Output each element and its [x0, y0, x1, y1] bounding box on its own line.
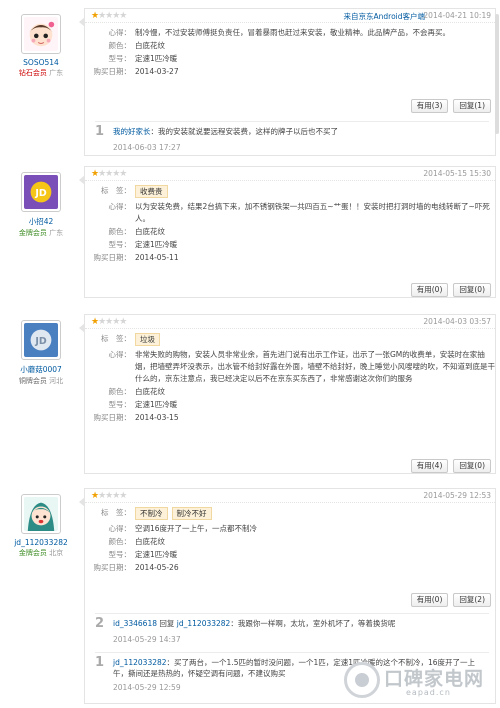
tag[interactable]: 垃圾 — [135, 333, 160, 346]
reply-button[interactable]: 回复(0) — [453, 283, 491, 297]
review-date: 2014-05-29 12:53 — [423, 491, 491, 500]
star-rating: ★★★★★ — [91, 491, 127, 501]
review-content: ★★★★★ 2014-05-15 15:30 标 签： 收费贵 心得： 以为安装免费… — [79, 166, 496, 298]
review-actions: 有用(0) 回复(0) — [406, 283, 491, 297]
comment-row: 心得： 制冷慢，不过安装师傅挺负责任，冒着暴雨也赶过来安装，敬业精神。此品牌产品，… — [108, 28, 451, 37]
tags-row: 标 签： 不制冷 制冷不好 — [85, 507, 495, 520]
reply-target[interactable]: jd_112033282 — [177, 619, 231, 628]
username[interactable]: 小蘑菇0007 — [6, 364, 76, 375]
review-header: ★★★★★ 2014-05-15 15:30 — [85, 167, 495, 181]
reply-date: 2014-06-03 17:27 — [113, 143, 181, 152]
color-row: 颜色： 白底花纹 — [108, 387, 166, 396]
star-rating: ★★★★★ — [91, 317, 127, 327]
useful-button[interactable]: 有用(4) — [410, 459, 449, 473]
purchase-date-row: 购买日期： 2014-05-11 — [93, 253, 179, 262]
purchase-date-row: 购买日期： 2014-05-26 — [93, 563, 179, 572]
watermark-url: eapad.cn — [406, 688, 451, 697]
reply-item: 2 id_3346618 回复 jd_112033282：我跟你一样啊，太坑，室… — [95, 614, 489, 652]
site-watermark: 口碑家电网 eapad.cn — [344, 660, 494, 704]
review-header: ★★★★★ 来自京东Android客户端 2014-04-21 10:19 — [85, 9, 495, 23]
star-empty-icon: ★★★★ — [98, 491, 127, 501]
review-content: ★★★★★ 来自京东Android客户端 2014-04-21 10:19 心得… — [79, 8, 496, 156]
model-row: 型号： 定速1匹冷暖 — [108, 550, 178, 559]
reviewer-info: JD 小招42 金牌会员 广东 — [6, 172, 76, 238]
member-level: 金牌会员 广东 — [18, 229, 64, 237]
review-date: 2014-04-03 03:57 — [423, 317, 491, 326]
reply-text: ：我的安装就说要远程安装费，这样的牌子以后也不买了 — [150, 127, 339, 136]
svg-text:JD: JD — [34, 336, 47, 347]
tags-row: 标 签： 收费贵 — [85, 185, 495, 198]
jd-purple-avatar-icon: JD — [24, 175, 58, 209]
comment-row: 心得： 非常失败的购物，安装人员非常业余，首先进门说有出示工作证，出示了一张GM的… — [108, 350, 496, 383]
site-logo-icon — [344, 662, 380, 698]
useful-button[interactable]: 有用(3) — [410, 99, 449, 113]
member-level: 铜牌会员 河北 — [18, 377, 64, 385]
username[interactable]: jd_112033282 — [6, 538, 76, 547]
tag[interactable]: 制冷不好 — [171, 507, 212, 520]
review-item: SOSO514 钻石会员 广东 ★★★★★ 来自京东Android客户端 201… — [0, 0, 500, 160]
star-empty-icon: ★★★★ — [98, 317, 127, 327]
purchase-date-row: 购买日期： 2014-03-27 — [93, 67, 179, 76]
color-row: 颜色： 白底花纹 — [108, 41, 166, 50]
tag[interactable]: 收费贵 — [135, 185, 168, 198]
review-actions: 有用(0) 回复(2) — [406, 593, 491, 607]
useful-button[interactable]: 有用(0) — [410, 283, 449, 297]
review-header: ★★★★★ 2014-05-29 12:53 — [85, 489, 495, 503]
reply-author[interactable]: jd_112033282 — [113, 658, 167, 667]
model-row: 型号： 定速1匹冷暖 — [108, 240, 178, 249]
reply-list: 1 我的好家长：我的安装就说要远程安装费，这样的牌子以后也不买了 2014-06… — [95, 121, 489, 155]
username[interactable]: 小招42 — [6, 216, 76, 227]
reply-number: 1 — [95, 124, 105, 139]
reply-text: ：我跟你一样啊，太坑，室外机坏了，等着换货呢 — [230, 619, 396, 628]
reply-button[interactable]: 回复(2) — [453, 593, 491, 607]
reviewer-info: SOSO514 钻石会员 广东 — [6, 14, 76, 78]
tag[interactable]: 不制冷 — [135, 507, 168, 520]
review-actions: 有用(4) 回复(0) — [406, 459, 491, 473]
reviewer-info: JD 小蘑菇0007 铜牌会员 河北 — [6, 320, 76, 386]
username[interactable]: SOSO514 — [6, 58, 76, 67]
reply-number: 2 — [95, 616, 105, 631]
reply-author[interactable]: 我的好家长 — [113, 127, 151, 136]
scrollbar[interactable] — [495, 14, 499, 134]
color-row: 颜色： 白底花纹 — [108, 537, 166, 546]
model-row: 型号： 定速1匹冷暖 — [108, 400, 178, 409]
avatar[interactable]: JD — [21, 172, 61, 212]
member-level: 钻石会员 广东 — [18, 69, 64, 77]
jd-blue-avatar-icon: JD — [24, 323, 58, 357]
reply-button[interactable]: 回复(1) — [453, 99, 491, 113]
model-row: 型号： 定速1匹冷暖 — [108, 54, 178, 63]
star-empty-icon: ★★★★ — [98, 169, 127, 179]
useful-button[interactable]: 有用(0) — [410, 593, 449, 607]
review-header: ★★★★★ 2014-04-03 03:57 — [85, 315, 495, 329]
review-item: JD 小蘑菇0007 铜牌会员 河北 ★★★★★ 2014-04-03 03:5… — [0, 310, 500, 480]
review-content: ★★★★★ 2014-04-03 03:57 标 签： 垃圾 心得： 非常失败的购物… — [79, 314, 496, 474]
reply-date: 2014-05-29 14:37 — [113, 635, 181, 644]
comment-row: 心得： 空调16度开了一上午，一点都不制冷 — [108, 524, 258, 533]
review-actions: 有用(3) 回复(1) — [406, 99, 491, 113]
cartoon-girl-avatar-icon — [24, 497, 58, 531]
review-date: 2014-05-15 15:30 — [423, 169, 491, 178]
reply-author[interactable]: id_3346618 — [113, 619, 157, 628]
reply-button[interactable]: 回复(0) — [453, 459, 491, 473]
member-level: 金牌会员 北京 — [18, 549, 64, 557]
review-date: 2014-04-21 10:19 — [423, 11, 491, 20]
avatar[interactable] — [21, 494, 61, 534]
color-row: 颜色： 白底花纹 — [108, 227, 166, 236]
star-empty-icon: ★★★★ — [98, 11, 127, 21]
watermark-title: 口碑家电网 — [384, 668, 485, 690]
purchase-date-row: 购买日期： 2014-03-15 — [93, 413, 179, 422]
star-rating: ★★★★★ — [91, 169, 127, 179]
comment-row: 心得： 以为安装免费，结果2台搞下来，加不锈钢铁架一共四百五~艹蛋！！安装时把打洞… — [108, 202, 490, 223]
review-item: JD 小招42 金牌会员 广东 ★★★★★ 2014-05-15 15:30 标… — [0, 162, 500, 302]
avatar[interactable] — [21, 14, 61, 54]
avatar[interactable]: JD — [21, 320, 61, 360]
star-rating: ★★★★★ — [91, 11, 127, 21]
reviewer-info: jd_112033282 金牌会员 北京 — [6, 494, 76, 558]
reply-item: 1 我的好家长：我的安装就说要远程安装费，这样的牌子以后也不买了 2014-06… — [95, 122, 489, 155]
svg-text:JD: JD — [34, 188, 47, 199]
client-source-link[interactable]: 来自京东Android客户端 — [344, 11, 426, 22]
tags-row: 标 签： 垃圾 — [85, 333, 495, 346]
cartoon-girl-avatar-icon — [24, 17, 58, 51]
reply-number: 1 — [95, 655, 105, 670]
